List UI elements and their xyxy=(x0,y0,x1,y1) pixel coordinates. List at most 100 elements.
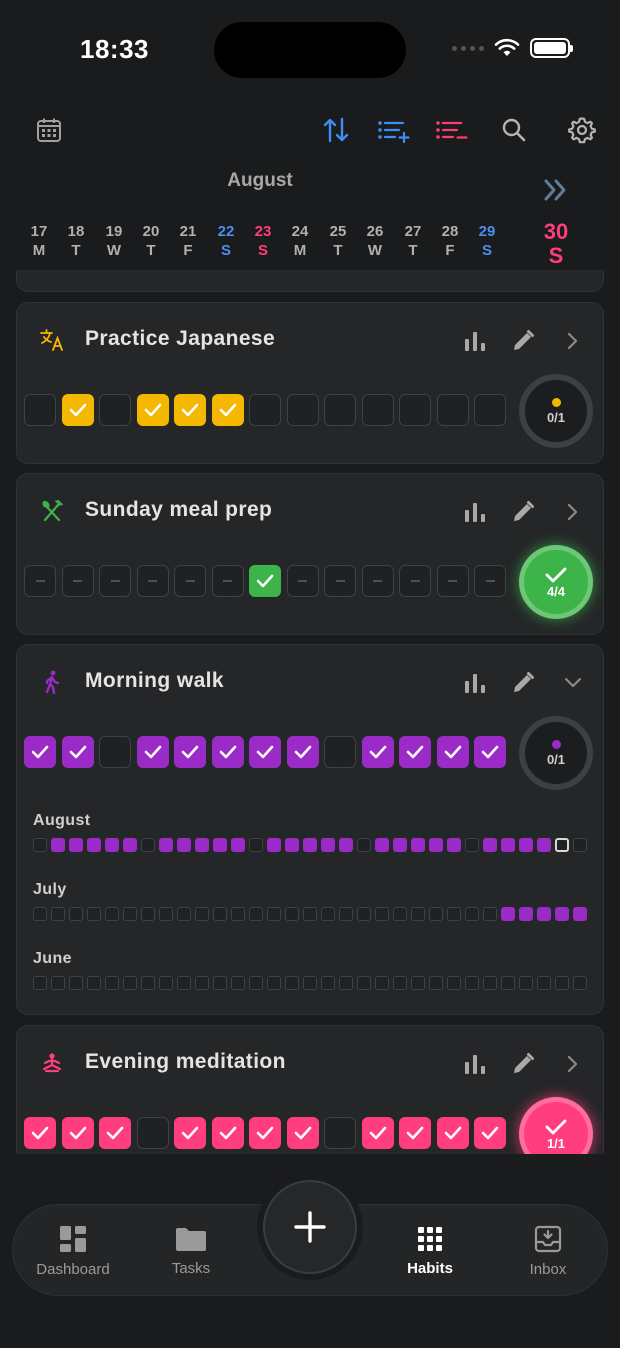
edit-icon[interactable] xyxy=(509,669,537,697)
day-checkbox-checked[interactable] xyxy=(361,1117,394,1149)
day-cell[interactable]: 22 S xyxy=(211,222,241,260)
day-checkbox[interactable] xyxy=(174,565,206,597)
day-checkboxes[interactable] xyxy=(24,565,506,597)
nav-tasks[interactable]: Tasks xyxy=(131,1205,251,1297)
day-checkbox[interactable] xyxy=(99,394,131,426)
day-checkbox-checked[interactable] xyxy=(174,736,206,768)
day-checkbox-checked[interactable] xyxy=(249,736,281,768)
day-checkbox-checked[interactable] xyxy=(174,394,206,426)
stats-icon[interactable] xyxy=(461,327,489,355)
day-checkbox-checked[interactable] xyxy=(474,736,506,768)
day-cell[interactable]: 26 W xyxy=(360,222,390,260)
nav-dashboard[interactable]: Dashboard xyxy=(13,1205,133,1297)
day-checkbox-checked[interactable] xyxy=(24,736,56,768)
day-cell[interactable]: 29 S xyxy=(472,222,502,260)
day-checkbox[interactable] xyxy=(399,565,431,597)
day-checkbox-checked[interactable] xyxy=(474,1117,506,1149)
stats-icon[interactable] xyxy=(461,498,489,526)
day-checkbox[interactable] xyxy=(99,736,131,768)
day-cell[interactable]: 24 M xyxy=(285,222,315,260)
day-cell[interactable]: 21 F xyxy=(173,222,203,260)
remove-list-icon[interactable] xyxy=(434,112,470,148)
habit-card-evening-meditation[interactable]: Evening meditation 1/1 xyxy=(16,1025,604,1154)
edit-icon[interactable] xyxy=(509,498,537,526)
search-icon[interactable] xyxy=(496,112,532,148)
progress-ring[interactable]: 4/4 xyxy=(519,545,593,619)
day-checkbox[interactable] xyxy=(436,394,469,426)
day-checkbox[interactable] xyxy=(286,394,319,426)
chevron-right-icon[interactable] xyxy=(559,1050,587,1078)
day-checkbox[interactable] xyxy=(249,394,281,426)
day-cell[interactable]: 18 T xyxy=(61,222,91,260)
day-checkbox-checked[interactable] xyxy=(136,736,169,768)
day-checkbox[interactable] xyxy=(324,1117,356,1149)
day-cell[interactable]: 27 T xyxy=(398,222,428,260)
day-checkboxes[interactable] xyxy=(24,736,506,768)
habit-list[interactable]: Practice Japanese 0/1 Sunday meal prep 4… xyxy=(0,270,620,1154)
day-checkbox[interactable] xyxy=(474,394,506,426)
day-checkbox[interactable] xyxy=(399,394,431,426)
chevron-right-icon[interactable] xyxy=(559,498,587,526)
next-week-icon[interactable] xyxy=(540,176,572,204)
nav-habits[interactable]: Habits xyxy=(370,1205,490,1297)
day-checkbox-checked[interactable] xyxy=(436,1117,469,1149)
day-checkbox[interactable] xyxy=(324,394,356,426)
day-checkbox-checked[interactable] xyxy=(286,736,319,768)
day-checkbox[interactable] xyxy=(474,565,506,597)
day-checkbox-checked[interactable] xyxy=(61,736,94,768)
day-cell[interactable]: 19 W xyxy=(99,222,129,260)
calendar-icon[interactable] xyxy=(31,112,67,148)
day-checkboxes[interactable] xyxy=(24,394,506,426)
day-checkbox-checked[interactable] xyxy=(61,394,94,426)
add-list-icon[interactable] xyxy=(376,112,412,148)
day-checkboxes[interactable] xyxy=(24,1117,506,1149)
day-checkbox[interactable] xyxy=(61,565,94,597)
day-checkbox-checked[interactable] xyxy=(211,736,244,768)
stats-icon[interactable] xyxy=(461,669,489,697)
progress-ring[interactable]: 1/1 xyxy=(519,1097,593,1154)
edit-icon[interactable] xyxy=(509,1050,537,1078)
day-checkbox-checked[interactable] xyxy=(211,394,244,426)
day-checkbox-checked[interactable] xyxy=(24,1117,56,1149)
day-checkbox[interactable] xyxy=(324,736,356,768)
day-checkbox[interactable] xyxy=(361,565,394,597)
day-checkbox-checked[interactable] xyxy=(99,1117,131,1149)
day-checkbox[interactable] xyxy=(361,394,394,426)
habit-card-sunday-meal-prep[interactable]: Sunday meal prep 4/4 xyxy=(16,473,604,635)
day-checkbox[interactable] xyxy=(211,565,244,597)
day-cell[interactable]: 17 M xyxy=(24,222,54,260)
day-checkbox[interactable] xyxy=(99,565,131,597)
day-checkbox-checked[interactable] xyxy=(399,736,431,768)
edit-icon[interactable] xyxy=(509,327,537,355)
day-checkbox-checked[interactable] xyxy=(136,394,169,426)
day-checkbox[interactable] xyxy=(324,565,356,597)
day-checkbox-checked[interactable] xyxy=(249,565,281,597)
stats-icon[interactable] xyxy=(461,1050,489,1078)
habit-card-practice-japanese[interactable]: Practice Japanese 0/1 xyxy=(16,302,604,464)
day-cell[interactable]: 20 T xyxy=(136,222,166,260)
day-checkbox[interactable] xyxy=(24,394,56,426)
day-cell[interactable]: 28 F xyxy=(435,222,465,260)
day-checkbox-checked[interactable] xyxy=(249,1117,281,1149)
day-checkbox[interactable] xyxy=(436,565,469,597)
day-checkbox-checked[interactable] xyxy=(436,736,469,768)
chevron-right-icon[interactable] xyxy=(559,327,587,355)
progress-ring[interactable]: 0/1 xyxy=(519,716,593,790)
day-checkbox[interactable] xyxy=(286,565,319,597)
chevron-down-icon[interactable] xyxy=(559,669,587,697)
day-checkbox[interactable] xyxy=(136,1117,169,1149)
day-checkbox-checked[interactable] xyxy=(286,1117,319,1149)
day-checkbox-checked[interactable] xyxy=(361,736,394,768)
sort-icon[interactable] xyxy=(318,112,354,148)
day-checkbox-checked[interactable] xyxy=(211,1117,244,1149)
day-checkbox-checked[interactable] xyxy=(174,1117,206,1149)
nav-inbox[interactable]: Inbox xyxy=(488,1205,608,1297)
day-cell[interactable]: 23 S xyxy=(248,222,278,260)
settings-icon[interactable] xyxy=(564,112,600,148)
habit-card-morning-walk[interactable]: Morning walk 0/1 August July June xyxy=(16,644,604,1015)
progress-ring[interactable]: 0/1 xyxy=(519,374,593,448)
day-checkbox-checked[interactable] xyxy=(399,1117,431,1149)
day-checkbox[interactable] xyxy=(136,565,169,597)
day-cell[interactable]: 25 T xyxy=(323,222,353,260)
add-habit-button[interactable] xyxy=(263,1180,357,1274)
